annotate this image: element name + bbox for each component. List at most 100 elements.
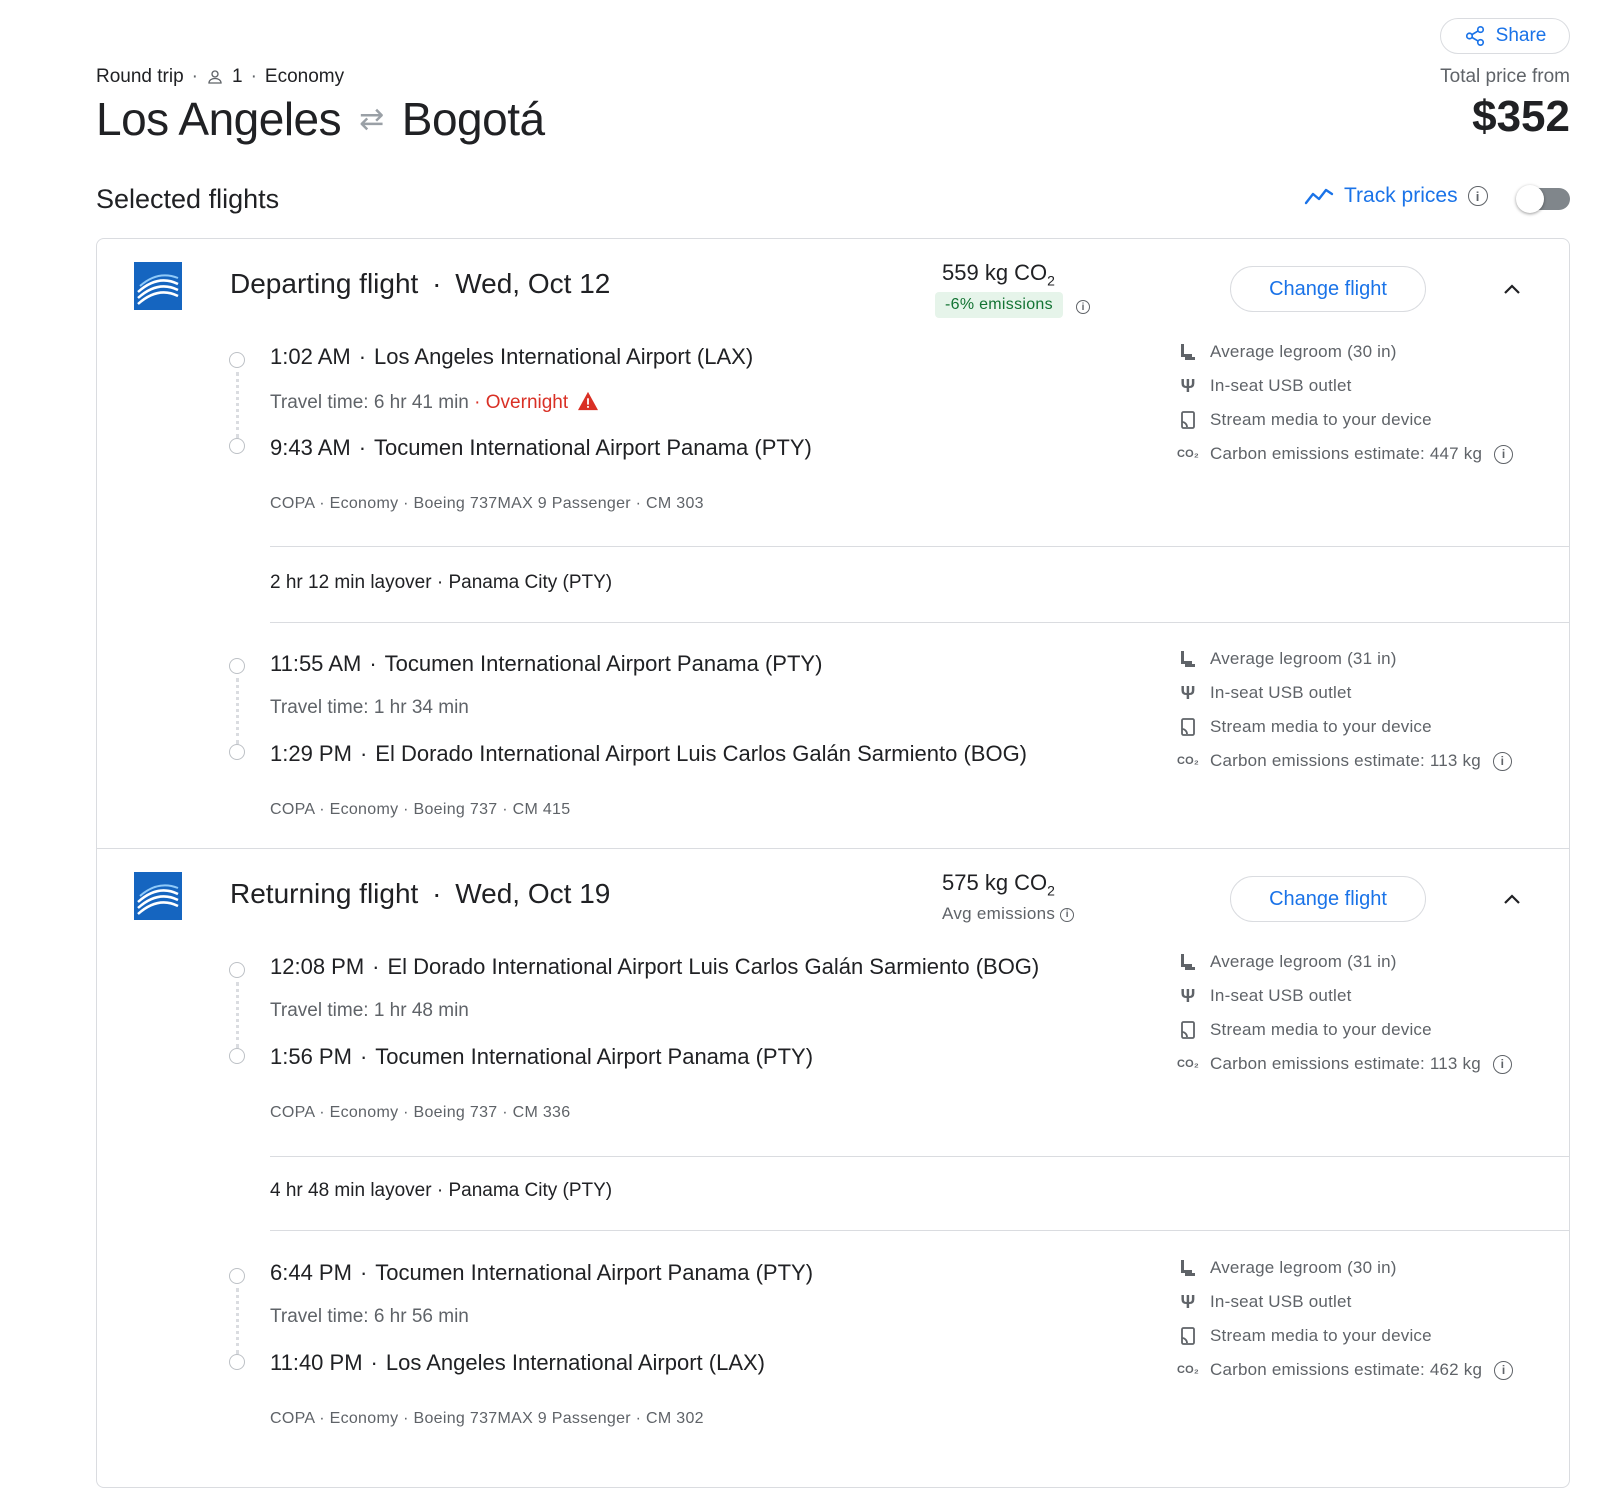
- usb-icon: Ψ: [1180, 682, 1196, 703]
- amenity-legroom: Average legroom (31 in): [1178, 647, 1397, 671]
- seat-icon: [1181, 651, 1195, 667]
- legroom-label: Average legroom (30 in): [1210, 1258, 1397, 1277]
- stop-marker: [229, 658, 245, 674]
- amenity-carbon: CO₂ Carbon emissions estimate: 113 kg i: [1177, 749, 1512, 773]
- arrival-time: 11:40 PM: [270, 1350, 363, 1375]
- info-icon[interactable]: i: [1494, 444, 1514, 464]
- seat-icon: [1181, 1260, 1195, 1276]
- track-prices-toggle[interactable]: [1516, 185, 1570, 213]
- divider: [270, 546, 1570, 547]
- carbon-label: Carbon emissions estimate: 447 kg: [1210, 444, 1483, 463]
- usb-icon: Ψ: [1180, 1291, 1196, 1312]
- arrival-row: 1:29 PM · El Dorado International Airport …: [270, 741, 1028, 766]
- usb-label: In-seat USB outlet: [1210, 986, 1352, 1005]
- carbon-label: Carbon emissions estimate: 113 kg: [1210, 751, 1481, 770]
- track-prices[interactable]: Track prices i: [1304, 184, 1488, 208]
- divider: [96, 848, 1570, 849]
- flight-info: COPA · Economy · Boeing 737MAX 9 Passeng…: [270, 495, 704, 512]
- info-icon[interactable]: i: [1492, 1054, 1512, 1074]
- warning-icon: [578, 391, 599, 411]
- travel-time: Travel time: 6 hr 41 min: [270, 392, 469, 413]
- overnight-label: Overnight: [485, 392, 569, 413]
- info-icon[interactable]: i: [1494, 1360, 1514, 1380]
- carbon-label: Carbon emissions estimate: 462 kg: [1210, 1360, 1483, 1379]
- co2-icon: CO₂: [1177, 1364, 1199, 1376]
- toggle-knob: [1516, 185, 1544, 213]
- departure-row: 1:02 AM · Los Angeles International Airpor…: [270, 344, 754, 369]
- travel-time-row: Travel time: 6 hr 41 min · Overnight: [270, 391, 599, 414]
- amenity-usb: Ψ In-seat USB outlet: [1178, 374, 1352, 398]
- route-line: [236, 982, 239, 1048]
- flight-info: COPA · Economy · Boeing 737 · CM 415: [270, 801, 571, 818]
- usb-icon: Ψ: [1180, 985, 1196, 1006]
- stop-marker: [229, 1048, 245, 1064]
- stop-marker: [229, 438, 245, 454]
- departure-time: 11:55 AM: [270, 651, 362, 676]
- amenity-legroom: Average legroom (30 in): [1178, 1256, 1397, 1280]
- origin-city: Los Angeles: [96, 93, 342, 145]
- arrival-time: 9:43 AM: [270, 435, 351, 460]
- arrival-airport: Tocumen International Airport Panama (PT…: [374, 435, 812, 460]
- amenity-stream: Stream media to your device: [1178, 715, 1432, 739]
- copa-logo-icon: [134, 262, 182, 310]
- destination-city: Bogotá: [401, 93, 545, 145]
- departure-airport: El Dorado International Airport Luis Car…: [387, 954, 1040, 979]
- stop-marker: [229, 352, 245, 368]
- co2-icon: CO₂: [1177, 1058, 1199, 1070]
- arrival-airport: El Dorado International Airport Luis Car…: [375, 741, 1028, 766]
- returning-title: Returning flight · Wed, Oct 19: [230, 878, 611, 909]
- share-button[interactable]: Share: [1440, 18, 1570, 54]
- stream-device-icon: [1181, 411, 1195, 429]
- arrival-time: 1:29 PM: [270, 741, 352, 766]
- info-icon[interactable]: i: [1492, 751, 1512, 771]
- divider: [270, 1156, 1570, 1157]
- amenity-carbon: CO₂ Carbon emissions estimate: 113 kg i: [1177, 1052, 1512, 1076]
- travel-time: Travel time: 1 hr 34 min: [270, 697, 469, 718]
- departing-date: Wed, Oct 12: [455, 268, 611, 299]
- chevron-up-icon[interactable]: [1500, 888, 1524, 912]
- trip-summary: Round trip · 1 · Economy: [96, 66, 345, 87]
- total-price: $352: [1472, 92, 1570, 141]
- usb-label: In-seat USB outlet: [1210, 1292, 1352, 1311]
- stream-label: Stream media to your device: [1210, 1020, 1432, 1039]
- departure-airport: Los Angeles International Airport (LAX): [374, 344, 754, 369]
- flight-info: COPA · Economy · Boeing 737MAX 9 Passeng…: [270, 1410, 704, 1427]
- info-icon[interactable]: i: [1467, 186, 1488, 206]
- departing-label: Departing flight: [230, 268, 419, 299]
- info-icon[interactable]: i: [1076, 300, 1090, 314]
- info-icon[interactable]: i: [1060, 907, 1075, 922]
- change-departing-button[interactable]: Change flight: [1230, 266, 1426, 312]
- layover-info: 4 hr 48 min layover · Panama City (PTY): [270, 1180, 613, 1201]
- departure-airport: Tocumen International Airport Panama (PT…: [375, 1260, 814, 1285]
- stream-device-icon: [1181, 718, 1195, 736]
- arrival-airport: Tocumen International Airport Panama (PT…: [375, 1044, 814, 1069]
- departure-time: 12:08 PM: [270, 954, 365, 979]
- chevron-up-icon[interactable]: [1500, 278, 1524, 302]
- amenity-usb: Ψ In-seat USB outlet: [1178, 681, 1352, 705]
- usb-icon: Ψ: [1180, 375, 1196, 396]
- departing-co2: 559 kg CO2: [942, 260, 1055, 288]
- seat-icon: [1181, 954, 1195, 970]
- stream-label: Stream media to your device: [1210, 1326, 1432, 1345]
- change-returning-button[interactable]: Change flight: [1230, 876, 1426, 922]
- amenity-usb: Ψ In-seat USB outlet: [1178, 984, 1352, 1008]
- divider: [270, 1230, 1570, 1231]
- arrival-row: 9:43 AM · Tocumen International Airport Pa…: [270, 435, 812, 460]
- stream-device-icon: [1181, 1021, 1195, 1039]
- travel-time: Travel time: 6 hr 56 min: [270, 1306, 469, 1327]
- stream-label: Stream media to your device: [1210, 717, 1432, 736]
- amenity-legroom: Average legroom (31 in): [1178, 950, 1397, 974]
- returning-date: Wed, Oct 19: [455, 878, 611, 909]
- layover-info: 2 hr 12 min layover · Panama City (PTY): [270, 572, 613, 593]
- copa-logo-icon: [134, 872, 182, 920]
- amenity-usb: Ψ In-seat USB outlet: [1178, 1290, 1352, 1314]
- departure-time: 6:44 PM: [270, 1260, 352, 1285]
- usb-label: In-seat USB outlet: [1210, 683, 1352, 702]
- amenity-carbon: CO₂ Carbon emissions estimate: 462 kg i: [1177, 1358, 1514, 1382]
- co2-icon: CO₂: [1177, 755, 1199, 767]
- stream-label: Stream media to your device: [1210, 410, 1432, 429]
- route-title: Los Angeles ⇄ Bogotá: [96, 92, 545, 146]
- usb-label: In-seat USB outlet: [1210, 376, 1352, 395]
- trend-icon: [1304, 188, 1334, 205]
- co2-icon: CO₂: [1177, 448, 1199, 460]
